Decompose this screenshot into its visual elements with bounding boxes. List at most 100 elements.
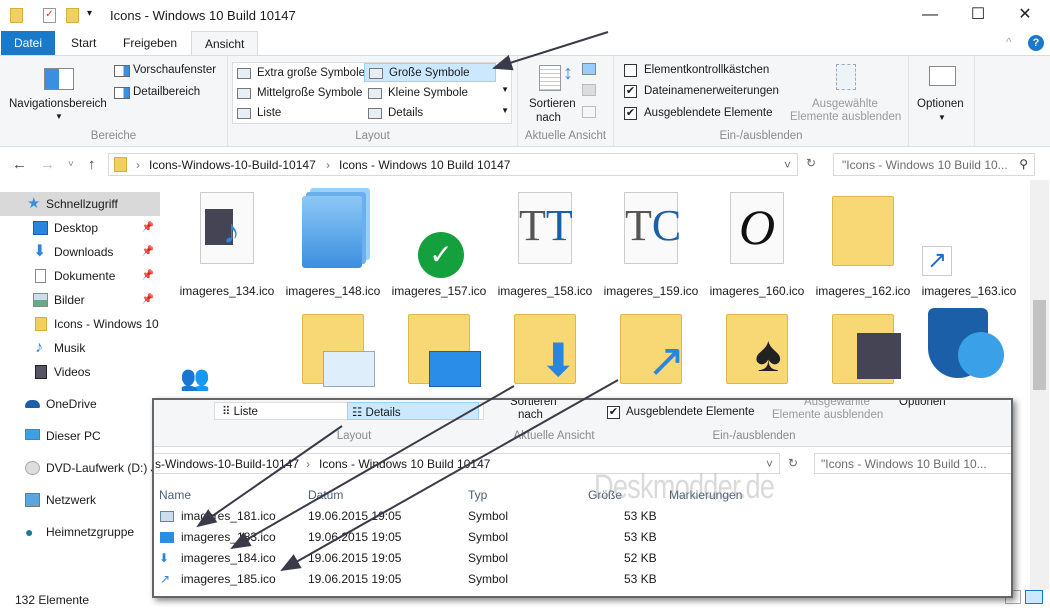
file-item[interactable]: ♪ imageres_134.ico	[174, 180, 280, 300]
group-label: Aktuelle Ansicht	[524, 130, 607, 142]
group-label: Layout	[355, 130, 390, 142]
nav-videos[interactable]: Videos	[0, 360, 160, 384]
network-icon	[25, 493, 40, 507]
ribbon: Navigationsbereich ▼ Vorschaufenster Det…	[0, 55, 1050, 147]
nav-dieser-pc[interactable]: Dieser PC	[0, 424, 160, 448]
details-pane-button[interactable]: Detailbereich	[133, 86, 200, 98]
computer-icon	[25, 429, 40, 440]
column-header-type[interactable]: Typ	[468, 488, 487, 502]
file-item[interactable]: ✓ imageres_157.ico	[386, 180, 492, 300]
nav-musik[interactable]: ♪ Musik	[0, 336, 160, 360]
size-columns-icon[interactable]	[582, 106, 596, 118]
nav-desktop[interactable]: Desktop 📌	[0, 216, 160, 240]
new-folder-icon[interactable]	[66, 8, 79, 23]
inset-search-input[interactable]: "Icons - Windows 10 Build 10...	[814, 453, 1011, 474]
maximize-button[interactable]: ☐	[958, 4, 998, 28]
inset-sort-label: nach	[518, 409, 543, 421]
pin-icon: 📌	[141, 222, 154, 233]
back-button[interactable]: ←	[12, 156, 27, 173]
hidden-items-checkbox[interactable]: ✔	[624, 107, 637, 120]
gallery-expand-icon[interactable]: ▼	[501, 106, 509, 115]
folder-item[interactable]	[832, 314, 901, 384]
security-icon[interactable]	[928, 308, 1004, 378]
options-icon	[929, 66, 956, 86]
inset-details-screenshot: ⠿ Liste ☷ Details Layout Sortieren nach …	[152, 398, 1013, 598]
group-label: Ein-/ausblenden	[719, 130, 803, 142]
column-header-name[interactable]: Name	[159, 488, 191, 502]
nav-icons-folder[interactable]: Icons - Windows 10	[0, 312, 160, 336]
help-icon[interactable]: ?	[1028, 35, 1044, 51]
pin-icon: 📌	[141, 270, 154, 281]
inset-hidden-items-checkbox[interactable]: ✔	[607, 406, 620, 419]
file-item[interactable]: imageres_148.ico	[280, 180, 386, 300]
breadcrumb-item[interactable]: Icons-Windows-10-Build-10147	[149, 158, 316, 172]
layout-list[interactable]: Liste	[233, 104, 365, 123]
group-by-icon[interactable]	[582, 63, 596, 75]
scrollbar-thumb[interactable]	[1033, 300, 1046, 390]
nav-netzwerk[interactable]: Netzwerk	[0, 488, 160, 512]
hide-selected-button[interactable]: Ausgewählte	[812, 98, 878, 110]
nav-heimnetzgruppe[interactable]: ● Heimnetzgruppe	[0, 520, 160, 544]
forward-button[interactable]: →	[40, 156, 55, 173]
sort-button-label[interactable]: nach	[536, 112, 561, 124]
tab-ansicht[interactable]: Ansicht	[191, 31, 259, 57]
nav-schnellzugriff[interactable]: ★ Schnellzugriff	[0, 192, 160, 216]
customize-toolbar-icon[interactable]: ▾	[87, 8, 92, 19]
inset-hide-selected-button[interactable]: Ausgewählte	[804, 400, 870, 408]
homegroup-icon: ●	[25, 524, 34, 540]
layout-extra-large-icons[interactable]: Extra große Symbole	[233, 64, 365, 83]
file-item[interactable]: Oimageres_160.ico	[704, 180, 810, 300]
layout-details[interactable]: Details	[364, 104, 496, 123]
gallery-scroll-down-icon[interactable]: ▼	[501, 85, 509, 94]
minimize-button[interactable]: —	[910, 4, 950, 28]
inset-layout-details[interactable]: ☷ Details	[347, 402, 479, 420]
folder-item[interactable]: ⬇	[514, 314, 578, 386]
collapse-ribbon-icon[interactable]: ^	[1006, 35, 1012, 49]
file-item[interactable]: ↗ imageres_163.ico	[916, 180, 1022, 300]
nav-dvd[interactable]: DVD-Laufwerk (D:) J	[0, 456, 160, 480]
add-columns-icon[interactable]	[582, 84, 596, 96]
inset-options-button[interactable]: Optionen	[899, 400, 946, 408]
homegroup-file-icon[interactable]: 👥	[180, 364, 216, 394]
table-row[interactable]: ⬇ imageres_184.ico 19.06.2015 19:05 Symbol 5…	[154, 548, 754, 569]
properties-icon[interactable]: ✓	[43, 8, 56, 23]
recent-locations-button[interactable]: ˅	[68, 159, 74, 170]
tab-datei[interactable]: Datei	[1, 31, 56, 56]
folder-item[interactable]	[302, 314, 375, 387]
inset-layout-list[interactable]: ⠿ Liste	[222, 404, 258, 418]
file-extensions-checkbox[interactable]: ✔	[624, 85, 637, 98]
nav-downloads[interactable]: ⬇ Downloads 📌	[0, 240, 160, 264]
table-row[interactable]: imageres_183.ico 19.06.2015 19:05 Symbol 53…	[154, 527, 754, 548]
cloud-icon	[25, 400, 40, 408]
address-dropdown-button[interactable]: ˅	[784, 158, 791, 172]
layout-large-icons[interactable]: Große Symbole	[364, 63, 496, 82]
preview-pane-button[interactable]: Vorschaufenster	[133, 64, 216, 76]
breadcrumb-item[interactable]: Icons - Windows 10 Build 10147	[339, 158, 510, 172]
folder-item[interactable]: ♠	[726, 314, 788, 384]
file-item[interactable]: imageres_162.ico	[810, 180, 916, 300]
table-row[interactable]: imageres_181.ico 19.06.2015 19:05 Symbol 53…	[154, 506, 754, 527]
refresh-button[interactable]: ↻	[806, 156, 816, 170]
sort-button[interactable]: Sortieren	[529, 98, 576, 110]
up-button[interactable]: ↑	[88, 156, 96, 173]
layout-medium-icons[interactable]: Mittelgroße Symbole	[233, 84, 365, 103]
layout-small-icons[interactable]: Kleine Symbole	[364, 84, 496, 103]
nav-bilder[interactable]: Bilder 📌	[0, 288, 160, 312]
nav-dokumente[interactable]: Dokumente 📌	[0, 264, 160, 288]
tab-start[interactable]: Start	[58, 31, 109, 56]
address-field[interactable]: › Icons-Windows-10-Build-10147 › Icons -…	[108, 153, 798, 176]
navigation-pane-button[interactable]: Navigationsbereich	[9, 98, 107, 110]
search-input[interactable]: "Icons - Windows 10 Build 10... ⚲	[833, 153, 1035, 176]
tab-freigeben[interactable]: Freigeben	[110, 31, 190, 56]
nav-onedrive[interactable]: OneDrive	[0, 392, 160, 416]
folder-item[interactable]: ↗	[620, 314, 686, 386]
file-item[interactable]: TT imageres_158.ico	[492, 180, 598, 300]
column-header-date[interactable]: Datum	[308, 488, 343, 502]
close-button[interactable]: ✕	[1005, 4, 1045, 28]
folder-item[interactable]	[408, 314, 481, 387]
file-item[interactable]: TC imageres_159.ico	[598, 180, 704, 300]
item-checkboxes-checkbox[interactable]	[624, 64, 637, 77]
options-button[interactable]: Optionen	[917, 98, 964, 110]
inset-sort-button[interactable]: Sortieren	[510, 400, 557, 408]
table-row[interactable]: ↗ imageres_185.ico 19.06.2015 19:05 Symbol 5…	[154, 569, 754, 590]
